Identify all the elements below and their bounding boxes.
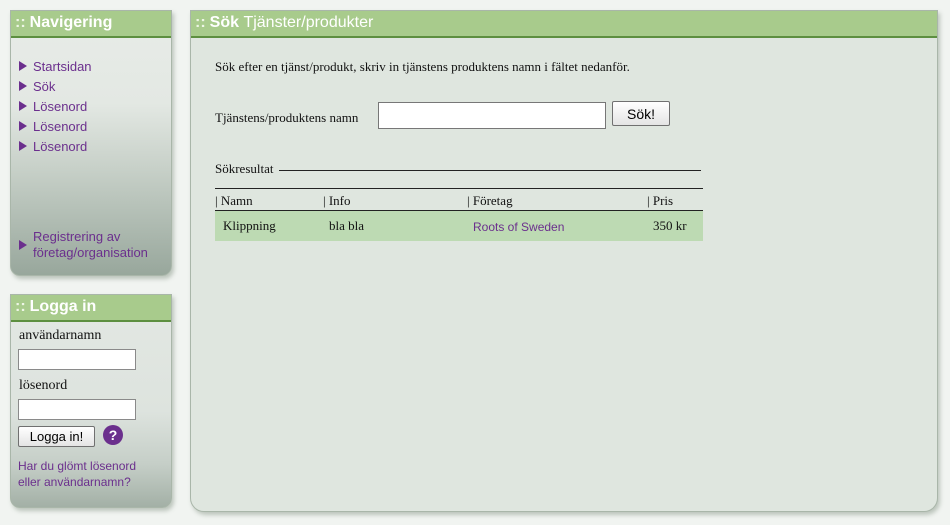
- nav-item-label: Registrering av företag/organisation: [33, 229, 148, 261]
- search-input[interactable]: [378, 102, 606, 129]
- column-header-info: | Info: [323, 188, 467, 211]
- column-header-pris: | Pris: [647, 188, 703, 211]
- header-prefix: ::: [15, 14, 26, 31]
- username-input[interactable]: [18, 349, 136, 370]
- cell-price: 350 kr: [653, 218, 687, 233]
- page-title-rest: Tjänster/produkter: [243, 14, 374, 31]
- nav-item-losenord-3[interactable]: Lösenord: [19, 136, 92, 156]
- navigation-header: :: Navigering: [11, 11, 171, 38]
- table-header-row: | Namn | Info | Företag | Pris: [215, 188, 703, 211]
- company-link[interactable]: Roots of Sweden: [473, 220, 564, 234]
- nav-item-label: Startsidan: [33, 58, 92, 74]
- search-field-label: Tjänstens/produktens namn: [215, 110, 359, 125]
- help-icon[interactable]: ?: [103, 425, 123, 445]
- search-header: :: Sök Tjänster/produkter: [191, 11, 937, 38]
- header-prefix: ::: [15, 298, 26, 315]
- triangle-right-icon: [19, 240, 27, 250]
- column-header-foretag: | Företag: [467, 188, 647, 211]
- results-divider: [278, 169, 701, 171]
- triangle-right-icon: [19, 101, 27, 111]
- nav-item-registrering[interactable]: Registrering av företag/organisation: [19, 229, 148, 261]
- cell-info: bla bla: [329, 218, 365, 233]
- forgot-line-2: eller användarnamn?: [18, 475, 131, 489]
- nav-item-losenord-2[interactable]: Lösenord: [19, 116, 92, 136]
- nav-item-sok[interactable]: Sök: [19, 76, 92, 96]
- table-row: Klippning bla bla Roots of Sweden 350 kr: [215, 210, 703, 242]
- cell-company-wrap: Roots of Sweden: [467, 211, 647, 242]
- password-input[interactable]: [18, 399, 136, 420]
- nav-item-label: Lösenord: [33, 98, 88, 114]
- navigation-list: Startsidan Sök Lösenord Lösenord Lösenor…: [19, 56, 92, 156]
- forgot-password-link[interactable]: Har du glömt lösenord eller användarnamn…: [18, 458, 168, 490]
- triangle-right-icon: [19, 81, 27, 91]
- search-panel: :: Sök Tjänster/produkter Sök efter en tj…: [190, 10, 938, 512]
- triangle-right-icon: [19, 61, 27, 71]
- login-button[interactable]: Logga in!: [18, 426, 95, 447]
- search-button[interactable]: Sök!: [612, 101, 670, 126]
- nav-item-label: Lösenord: [33, 118, 88, 134]
- nav-item-label: Sök: [33, 78, 56, 94]
- username-label: användarnamn: [19, 328, 102, 343]
- login-title: Logga in: [29, 298, 97, 315]
- password-label: lösenord: [19, 378, 68, 393]
- page-title-strong: Sök: [209, 14, 239, 31]
- login-panel: :: Logga in användarnamn lösenord Logga i…: [10, 294, 172, 508]
- cell-name: Klippning: [223, 218, 276, 233]
- forgot-line-1: Har du glömt lösenord: [18, 459, 137, 473]
- navigation-panel: :: Navigering Startsidan Sök Lösenord Lös…: [10, 10, 172, 276]
- results-table: | Namn | Info | Företag | Pris Klippning…: [215, 188, 703, 241]
- results-title: Sökresultat: [215, 161, 274, 176]
- header-prefix: ::: [195, 14, 206, 31]
- register-line-2: företag/organisation: [33, 245, 148, 260]
- nav-item-startsidan[interactable]: Startsidan: [19, 56, 92, 76]
- register-line-1: Registrering av: [33, 229, 121, 244]
- nav-item-label: Lösenord: [33, 138, 88, 154]
- results-heading: Sökresultat: [215, 161, 701, 177]
- search-instructions: Sök efter en tjänst/produkt, skriv in tj…: [215, 59, 630, 74]
- nav-item-losenord-1[interactable]: Lösenord: [19, 96, 92, 116]
- column-header-namn: | Namn: [215, 188, 323, 211]
- triangle-right-icon: [19, 141, 27, 151]
- login-header: :: Logga in: [11, 295, 171, 322]
- navigation-title: Navigering: [29, 14, 113, 31]
- triangle-right-icon: [19, 121, 27, 131]
